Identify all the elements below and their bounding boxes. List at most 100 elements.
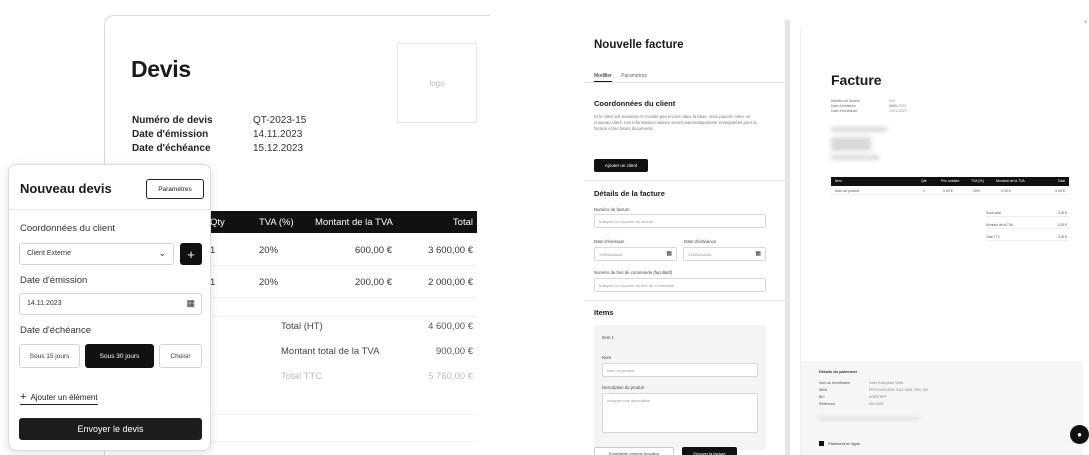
item-name-input[interactable]: Nom du produit <box>602 363 758 377</box>
meta-value: QT-2023-15 <box>253 115 307 126</box>
item-desc-placeholder: Indiquez une description <box>607 398 651 403</box>
total-value: 5 760,00 € <box>428 371 473 382</box>
issue-date-input[interactable]: JJ/MM/AAAA ▦ <box>594 247 677 261</box>
send-invoice-button[interactable]: Envoyer la facture <box>682 447 737 455</box>
devis-title: Devis <box>131 56 191 82</box>
cell-qty: 1 <box>923 189 925 193</box>
chat-bubble-icon[interactable]: ● <box>1070 425 1089 444</box>
add-client-button[interactable]: Ajouter un client <box>594 159 648 172</box>
echeance-option-15[interactable]: Sous 15 jours <box>19 344 80 368</box>
invoice-meta: Numéro de facture INV-0001 Date d'émissi… <box>831 99 907 114</box>
client-heading: Coordonnées du client <box>594 99 676 108</box>
cell-total: 3 600,00 € <box>428 245 473 256</box>
add-client-button[interactable]: + <box>180 243 202 265</box>
blurred-client-address <box>831 137 871 151</box>
invoice-number-placeholder: Indiquez un numéro de facture <box>599 219 654 224</box>
checkbox-icon <box>819 441 824 447</box>
total-label: Total TTC <box>281 371 323 382</box>
cell-tva: 20% <box>259 245 279 256</box>
calendar-icon[interactable]: ▦ <box>666 250 672 257</box>
issue-date-label: Date d'émission <box>594 239 625 244</box>
plus-icon: + <box>187 246 195 262</box>
payment-footer: Détails du paiement Nom du bénéficiaire … <box>801 361 1083 455</box>
total-row: Montant de la TVA 0,00 € <box>986 221 1069 229</box>
col-unit-price: Prix unitaire <box>941 179 960 183</box>
due-date-label: Date d'échéance <box>684 239 717 244</box>
online-payment-checkbox[interactable]: Paiement en ligne <box>819 441 861 447</box>
po-label: Numéro de bon de commande (facultatif) <box>594 270 673 275</box>
divider <box>209 414 477 415</box>
emission-date-value: 14.11.2023 <box>27 300 62 307</box>
divider <box>584 300 785 301</box>
po-input[interactable]: Indiquez un numéro de bon de commande <box>594 278 766 292</box>
blurred-client-detail <box>831 155 879 160</box>
echeance-label: Date d'échéance <box>20 325 92 336</box>
meta-value: 14.11.2023 <box>253 129 303 140</box>
col-tva: TVA (%) <box>259 216 294 228</box>
blurred-note <box>819 417 919 420</box>
cell-montant-tva: 600,00 € <box>355 245 392 256</box>
emission-date-field[interactable]: 14.11.2023 ▦ <box>19 293 202 315</box>
emission-label: Date d'émission <box>20 275 88 286</box>
payment-row: BIC AGRIFRPP <box>819 395 887 399</box>
meta-label: Numéro de devis <box>132 115 213 126</box>
divider <box>209 316 477 317</box>
meta-label: Numéro de facture <box>831 99 860 103</box>
settings-button[interactable]: Paramètres <box>146 179 204 199</box>
items-heading: Items <box>594 308 614 317</box>
save-draft-button[interactable]: Enregistrer comme brouillon <box>594 447 674 455</box>
total-value: 0,00 € <box>1057 223 1067 227</box>
invoice-preview: Facture Numéro de facture INV-0001 Date … <box>800 27 1083 455</box>
client-select[interactable]: Client Externe ⌄ <box>19 243 174 265</box>
nouvelle-facture-panel: Nouvelle facture Modifier Paramètres Coo… <box>584 20 790 455</box>
invoice-number-input[interactable]: Indiquez un numéro de facture <box>594 214 766 228</box>
logo-label: logo <box>429 78 445 88</box>
total-label: Montant de la TVA <box>986 223 1014 227</box>
total-value: 4 600,00 € <box>428 321 473 332</box>
nouveau-devis-panel: Nouveau devis Paramètres Coordonnées du … <box>8 164 211 451</box>
online-payment-label: Paiement en ligne <box>828 441 861 446</box>
item-desc-textarea[interactable]: Indiquez une description <box>602 393 758 433</box>
total-label: Total TTC <box>986 235 1001 239</box>
send-devis-button[interactable]: Envoyer le devis <box>19 418 202 440</box>
meta-row: Date d'échéance 15.12.2023 <box>132 142 306 156</box>
add-item-link[interactable]: + Ajouter un élément <box>20 391 98 405</box>
total-label: Montant total de la TVA <box>281 346 380 357</box>
payment-label: Référence <box>819 402 836 406</box>
panel-title: Nouveau devis <box>20 181 112 196</box>
client-select-value: Client Externe <box>27 250 71 257</box>
cell-tva: 20% <box>973 189 981 193</box>
payment-label: Nom du bénéficiaire <box>819 381 851 385</box>
cell-total: 0,00 € <box>1055 189 1065 193</box>
echeance-option-choisir[interactable]: Choisir <box>159 344 202 368</box>
tab-modifier[interactable]: Modifier <box>594 73 612 82</box>
tab-bar: Modifier Paramètres <box>594 73 655 82</box>
col-montant-tva: Montant de la TVA <box>996 179 1025 183</box>
meta-row: Numéro de devis QT-2023-15 <box>132 114 306 128</box>
calendar-icon[interactable]: ▦ <box>755 250 761 257</box>
meta-value: 15.12.2023 <box>253 143 304 154</box>
panel-title: Nouvelle facture <box>594 39 684 51</box>
logo-placeholder[interactable]: logo <box>397 43 477 123</box>
table-row: 1 20% 600,00 € 3 600,00 € <box>203 236 477 266</box>
payment-value: INV-0001 <box>869 402 884 406</box>
plus-icon: + <box>20 391 27 403</box>
total-value: 0,00 € <box>1057 235 1067 239</box>
meta-label: Date d'échéance <box>831 109 858 113</box>
client-section-label: Coordonnées du client <box>20 223 116 234</box>
total-value: 900,00 € <box>436 346 473 357</box>
col-qty: Qty <box>210 216 225 228</box>
total-row: Total TTC 0,00 € <box>986 233 1069 241</box>
echeance-option-30[interactable]: Sous 30 jours <box>85 344 154 368</box>
col-tva: TVA (%) <box>971 179 984 183</box>
blurred-client-name <box>831 127 887 132</box>
payment-value: AGRIFRPP <box>869 395 887 399</box>
cell-total: 2 000,00 € <box>428 277 473 288</box>
close-icon[interactable]: × <box>1084 20 1088 26</box>
calendar-icon[interactable]: ▦ <box>186 298 195 309</box>
tab-parametres[interactable]: Paramètres <box>621 73 647 79</box>
cell-item: Nom du produit <box>835 189 859 193</box>
invoice-table-header: Item Qté Prix unitaire TVA (%) Montant d… <box>831 177 1069 186</box>
due-date-input[interactable]: JJ/MM/AAAA ▦ <box>683 247 766 261</box>
item-name-label: Nom <box>602 355 612 360</box>
